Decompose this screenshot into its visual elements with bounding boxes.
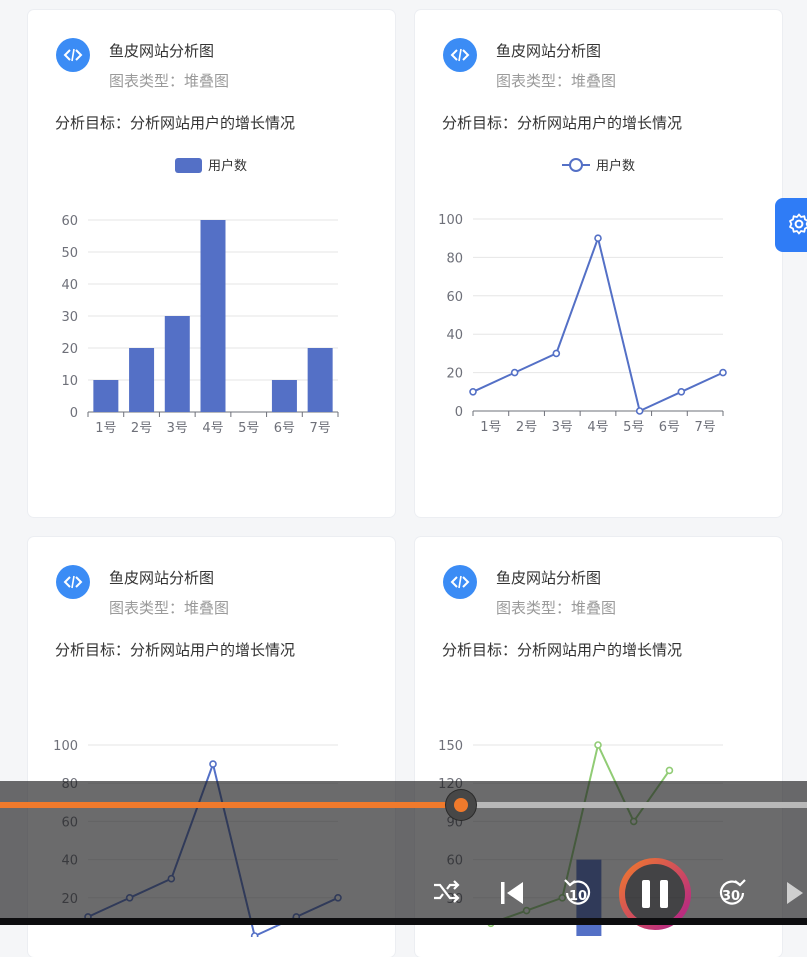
bar-chart: 0 10 20 30 40 50 60 1号 2号 3号 4号 5号 6号 7号 用户数 bbox=[61, 158, 339, 436]
player-bottom-edge bbox=[0, 918, 807, 925]
x-tick-label: 6号 bbox=[274, 421, 295, 436]
x-tick-label: 1号 bbox=[480, 420, 501, 435]
data-point-4号 bbox=[594, 234, 602, 242]
y-tick-label: 0 bbox=[455, 405, 463, 420]
data-point-4号 bbox=[594, 741, 602, 749]
bar-4号 bbox=[200, 220, 226, 412]
x-tick-label: 2号 bbox=[516, 420, 537, 435]
x-tick-label: 5号 bbox=[238, 421, 259, 436]
x-tick-label: 5号 bbox=[623, 420, 644, 435]
gear-icon bbox=[789, 213, 807, 235]
y-tick-label: 50 bbox=[61, 246, 78, 261]
bar-2号 bbox=[129, 348, 155, 412]
x-tick-label: 6号 bbox=[659, 420, 680, 435]
x-tick-label: 4号 bbox=[587, 420, 608, 435]
x-tick-label: 2号 bbox=[131, 421, 152, 436]
y-tick-label: 100 bbox=[438, 213, 463, 228]
x-tick-label: 7号 bbox=[695, 420, 716, 435]
settings-button[interactable] bbox=[775, 198, 807, 252]
data-point-4号 bbox=[209, 760, 217, 768]
data-point-6号 bbox=[665, 766, 674, 775]
next-button[interactable] bbox=[785, 880, 807, 906]
chart-card-1: 鱼皮网站分析图 图表类型：堆叠图 分析目标：分析网站用户的增长情况 0 10 20 3… bbox=[28, 10, 395, 517]
y-tick-label: 10 bbox=[61, 374, 78, 389]
seek-bar[interactable] bbox=[0, 802, 807, 808]
legend-label: 用户数 bbox=[596, 158, 635, 174]
y-tick-label: 100 bbox=[53, 739, 78, 754]
y-tick-label: 30 bbox=[61, 310, 78, 325]
shuffle-icon bbox=[434, 880, 460, 903]
data-point-2号 bbox=[510, 368, 519, 377]
data-point-6号 bbox=[677, 387, 686, 396]
y-tick-label: 20 bbox=[446, 367, 463, 382]
data-point-1号 bbox=[469, 387, 477, 396]
y-tick-label: 60 bbox=[446, 290, 463, 305]
line-chart: 0 20 40 60 80 100 1号 2号 3号 4号 5号 6号 7号 用户数 bbox=[438, 158, 727, 435]
data-point-5号 bbox=[635, 407, 644, 415]
y-tick-label: 150 bbox=[438, 739, 463, 754]
bar-1号 bbox=[93, 380, 119, 412]
y-tick-label: 60 bbox=[61, 214, 78, 229]
bar-3号 bbox=[164, 316, 190, 412]
skip-back-label: 10 bbox=[569, 889, 588, 904]
data-point-3号 bbox=[552, 349, 561, 358]
legend-marker bbox=[569, 158, 583, 172]
seek-bar-progress bbox=[0, 802, 461, 808]
seek-handle[interactable] bbox=[445, 790, 476, 820]
x-tick-label: 1号 bbox=[95, 421, 116, 436]
x-tick-label: 3号 bbox=[552, 420, 573, 435]
legend-label: 用户数 bbox=[208, 158, 247, 174]
y-tick-label: 20 bbox=[61, 342, 78, 357]
series-line bbox=[472, 234, 724, 413]
data-point-7号 bbox=[719, 368, 727, 377]
chart-card-2: 鱼皮网站分析图 图表类型：堆叠图 分析目标：分析网站用户的增长情况 0 20 40 6… bbox=[415, 10, 782, 517]
previous-button[interactable] bbox=[499, 880, 525, 906]
shuffle-button[interactable] bbox=[432, 879, 460, 905]
next-icon bbox=[787, 882, 803, 904]
y-tick-label: 40 bbox=[61, 278, 78, 293]
x-tick-label: 4号 bbox=[202, 421, 223, 436]
skip-back-button[interactable]: 10 bbox=[562, 876, 594, 908]
skip-forward-button[interactable]: 30 bbox=[716, 876, 748, 908]
bar-6号 bbox=[271, 380, 297, 412]
x-tick-label: 7号 bbox=[310, 421, 331, 436]
x-tick-label: 3号 bbox=[167, 421, 188, 436]
bar-7号 bbox=[307, 348, 333, 412]
y-tick-label: 80 bbox=[446, 251, 463, 266]
y-tick-label: 0 bbox=[70, 406, 78, 421]
data-point-5号 bbox=[250, 932, 259, 937]
previous-icon bbox=[501, 882, 523, 904]
skip-forward-label: 30 bbox=[722, 889, 741, 904]
legend-swatch bbox=[175, 158, 202, 173]
y-tick-label: 40 bbox=[446, 328, 463, 343]
